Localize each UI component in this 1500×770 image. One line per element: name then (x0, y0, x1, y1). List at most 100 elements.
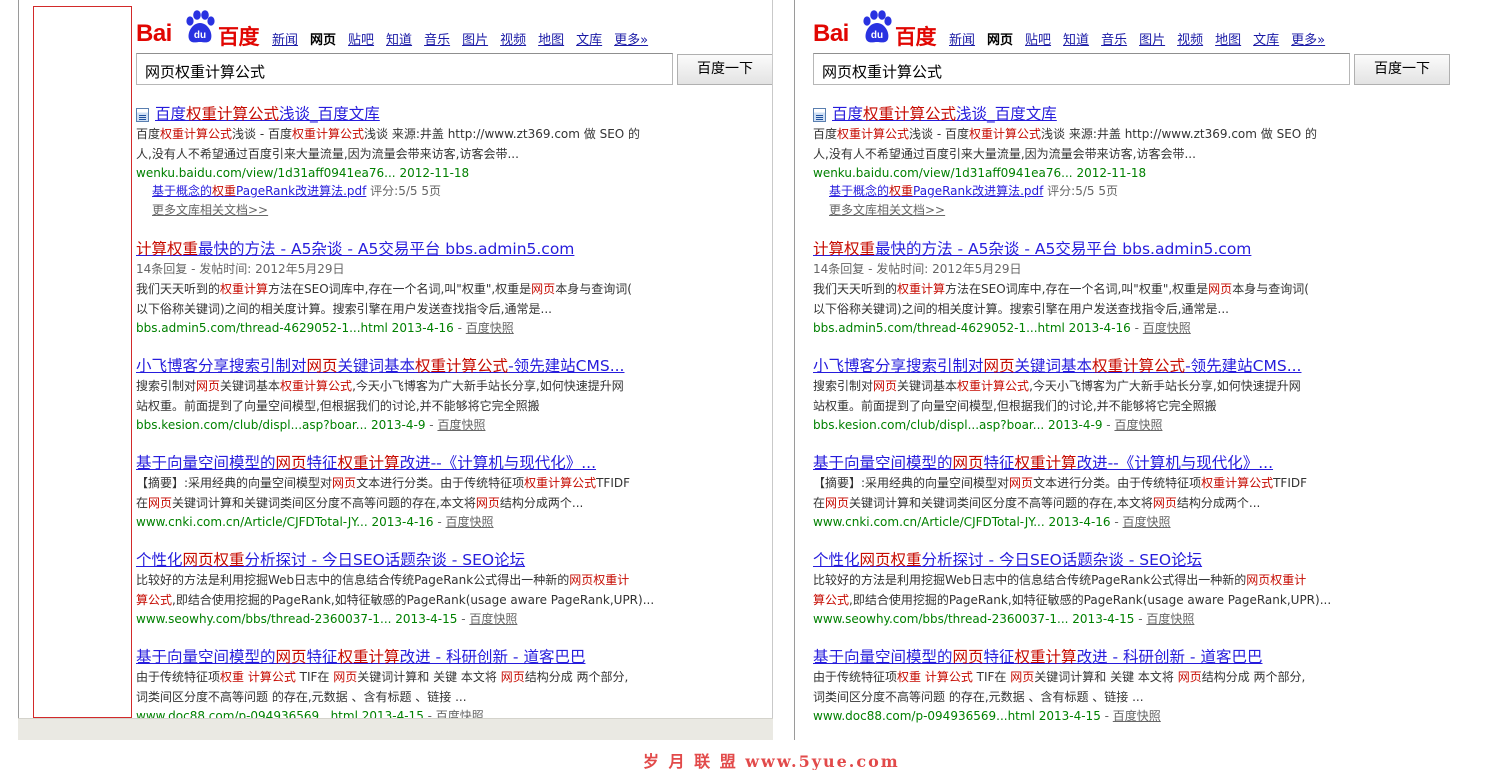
sub-document-link[interactable]: 基于概念的权重PageRank改进算法.pdf (152, 184, 366, 198)
text-run: TFIDF (1273, 476, 1308, 490)
keyword-highlight: 权重 计算公式 (220, 670, 296, 684)
text-run: 改进--《计算机与现代化》... (1076, 454, 1274, 472)
keyword-highlight: 网页 (1009, 476, 1034, 490)
result-title-link[interactable]: 基于向量空间模型的 网页 特征 权重计算 改进 - 科研创新 - 道客巴巴 (136, 648, 676, 667)
text-run: 由于传统特征项 (136, 670, 221, 684)
nav-item[interactable]: 新闻 (272, 33, 298, 48)
nav-item[interactable]: 视频 (1177, 33, 1203, 48)
text-run: 人,没有人不希望通过百度引来大量流量,因为流量会带来访客,访客会带... (136, 147, 519, 161)
snapshot-link[interactable]: 百度快照 (446, 515, 494, 529)
snapshot-link[interactable]: 百度快照 (1114, 418, 1162, 432)
result-item: 基于向量空间模型的 网页 特征 权重计算 改进 - 科研创新 - 道客巴巴 由于传统特征项… (813, 648, 1353, 725)
baidu-logo[interactable]: Bai du 百度 (813, 7, 938, 49)
url-text: bbs.admin5.com/thread-4629052-1...html 2… (136, 321, 454, 335)
results-list: 百度 权重计算公式 浅谈_百度文库 百度权重计算公式浅谈 - 百度权重计算公式浅谈 来… (813, 105, 1353, 740)
nav-item[interactable]: 新闻 (949, 33, 975, 48)
result-title-link[interactable]: 小飞博客分享搜索引制对 网页 关键词基本 权重计算公式 -领先建站CMS... (136, 357, 676, 376)
nav-item[interactable]: 视频 (500, 33, 526, 48)
result-title-link[interactable]: 计算权重 最快的方法 - A5杂谈 - A5交易平台 bbs.admin5.com (813, 240, 1353, 259)
keyword-highlight: 权重计算公式 (1092, 357, 1186, 375)
keyword-highlight: 算公式 (813, 593, 850, 607)
result-title-link[interactable]: 计算权重 最快的方法 - A5杂谈 - A5交易平台 bbs.admin5.com (136, 240, 676, 259)
nav-item[interactable]: 图片 (1139, 33, 1165, 48)
keyword-highlight: 网页 (873, 379, 898, 393)
more-docs-link[interactable]: 更多文库相关文档>> (152, 201, 676, 220)
search-input[interactable]: 网页权重计算公式 (813, 53, 1350, 85)
result-title-link[interactable]: 个性化 网页权重 分析探讨 - 今日SEO话题杂谈 - SEO论坛 (136, 551, 676, 570)
keyword-highlight: 网页 (333, 670, 358, 684)
nav-item[interactable]: 文库 (576, 33, 602, 48)
nav-item[interactable]: 更多» (1291, 33, 1325, 48)
text-run: 搜索引制对 (813, 379, 874, 393)
nav-item[interactable]: 知道 (386, 33, 412, 48)
site-watermark: 岁 月 联 盟 www.5yue.com (643, 752, 900, 770)
result-title-link[interactable]: 基于向量空间模型的 网页 特征 权重计算 改进--《计算机与现代化》... (813, 454, 1353, 473)
result-snippet-line: 由于传统特征项权重 计算公式 TIF在 网页关键词计算和 关键 本文将 网页结构… (813, 667, 1353, 687)
nav-item[interactable]: 贴吧 (1025, 33, 1051, 48)
result-title-link[interactable]: 小飞博客分享搜索引制对 网页 关键词基本 权重计算公式 -领先建站CMS... (813, 357, 1353, 376)
search-input[interactable]: 网页权重计算公式 (136, 53, 673, 85)
result-item: 百度 权重计算公式 浅谈_百度文库 百度权重计算公式浅谈 - 百度权重计算公式浅谈 来… (136, 105, 676, 220)
nav-item[interactable]: 音乐 (424, 33, 450, 48)
separator: - (1100, 709, 1113, 723)
result-url: www.cnki.com.cn/Article/CJFDTotal-JY... … (136, 513, 676, 531)
nav-item[interactable]: 知道 (1063, 33, 1089, 48)
separator: - (1110, 515, 1123, 529)
snapshot-link[interactable]: 百度快照 (437, 418, 485, 432)
snapshot-link[interactable]: 百度快照 (1113, 709, 1161, 723)
result-title-link[interactable]: 百度 权重计算公式 浅谈_百度文库 (813, 105, 1353, 124)
text-run: PageRank改进算法.pdf (913, 184, 1044, 198)
text-run: 关键词基本 (337, 357, 416, 375)
text-run: -领先建站CMS... (1185, 357, 1302, 375)
text-run: 词类间区分度不高等问题 的存在,元数据 、含有标题 、链接 ... (136, 690, 467, 704)
nav-item[interactable]: 音乐 (1101, 33, 1127, 48)
sub-document-rating: 评分:5/5 5页 (1047, 184, 1118, 198)
more-docs-link[interactable]: 更多文库相关文档>> (829, 201, 1353, 220)
baidu-paw-icon: du (863, 10, 892, 43)
nav-item[interactable]: 地图 (538, 33, 564, 48)
nav-item[interactable]: 更多» (614, 33, 648, 48)
search-button[interactable]: 百度一下 (677, 54, 772, 85)
result-title-link[interactable]: 个性化 网页权重 分析探讨 - 今日SEO话题杂谈 - SEO论坛 (813, 551, 1353, 570)
snapshot-link[interactable]: 百度快照 (1146, 612, 1194, 626)
snapshot-link[interactable]: 百度快照 (1123, 515, 1171, 529)
text-run: 站权重。前面提到了向量空间模型,但根据我们的讨论,并不能够将它完全照搬 (136, 399, 540, 413)
nav-item[interactable]: 网页 (987, 33, 1013, 48)
snapshot-link[interactable]: 百度快照 (466, 321, 514, 335)
top-nav: 新闻 网页 贴吧 知道 音乐 图片 视频 地图 文库 更多» (949, 29, 1337, 48)
url-text: www.seowhy.com/bbs/thread-2360037-1... 2… (813, 612, 1135, 626)
nav-item[interactable]: 贴吧 (348, 33, 374, 48)
text-run: 结构分成 两个部分, (1201, 670, 1306, 684)
nav-item[interactable]: 文库 (1253, 33, 1279, 48)
nav-item[interactable]: 网页 (310, 33, 336, 48)
text-run: PageRank改进算法.pdf (236, 184, 367, 198)
sub-document-link[interactable]: 基于概念的权重PageRank改进算法.pdf (829, 184, 1043, 198)
keyword-highlight: 网页 (500, 670, 525, 684)
url-text: wenku.baidu.com/view/1d31aff0941ea76... … (136, 166, 470, 180)
keyword-highlight: 权重计算 (337, 454, 400, 472)
result-title-link[interactable]: 百度 权重计算公式 浅谈_百度文库 (136, 105, 676, 124)
result-url: bbs.kesion.com/club/displ...asp?boar... … (136, 416, 676, 434)
baidu-logo[interactable]: Bai du 百度 (136, 7, 261, 49)
url-text: bbs.kesion.com/club/displ...asp?boar... … (136, 418, 426, 432)
paw-text: du (194, 30, 206, 41)
snapshot-link[interactable]: 百度快照 (469, 612, 517, 626)
result-item: 基于向量空间模型的 网页 特征 权重计算 改进--《计算机与现代化》... 【摘要】:采用… (813, 454, 1353, 531)
search-button[interactable]: 百度一下 (1354, 54, 1450, 85)
result-title-link[interactable]: 基于向量空间模型的 网页 特征 权重计算 改进--《计算机与现代化》... (136, 454, 676, 473)
keyword-highlight: 算公式 (136, 593, 173, 607)
nav-item[interactable]: 地图 (1215, 33, 1241, 48)
keyword-highlight: 网页 (1208, 282, 1233, 296)
text-run: TIF在 (972, 670, 1011, 684)
nav-item[interactable]: 图片 (462, 33, 488, 48)
url-text: bbs.admin5.com/thread-4629052-1...html 2… (813, 321, 1131, 335)
text-run: 本身与查询词( (555, 282, 632, 296)
result-title-link[interactable]: 基于向量空间模型的 网页 特征 权重计算 改进 - 科研创新 - 道客巴巴 (813, 648, 1353, 667)
result-snippet-line: 搜索引制对网页关键词基本权重计算公式,今天小飞博客为广大新手站长分享,如何快速提… (136, 376, 676, 396)
keyword-highlight: 权重计算公式 (1201, 476, 1274, 490)
separator: - (1134, 612, 1147, 626)
snapshot-link[interactable]: 百度快照 (1143, 321, 1191, 335)
right-screenshot-panel: Bai du 百度 新闻 网页 贴吧 知道 音乐 图片 视频 地图 文库 更多» 网页权重计算公式… (794, 0, 1450, 740)
keyword-highlight: 网页 (952, 648, 984, 666)
text-run: 浅谈 - 百度 (232, 127, 292, 141)
